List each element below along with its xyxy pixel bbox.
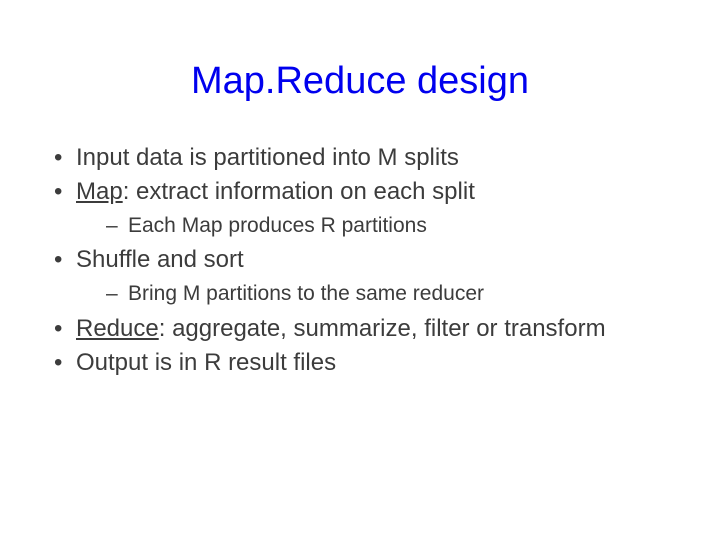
bullet-text-post: : aggregate, summarize, filter or transf… xyxy=(159,315,606,342)
bullet-item: Reduce: aggregate, summarize, filter or … xyxy=(48,314,672,344)
bullet-text: Output is in R result files xyxy=(76,349,336,376)
sub-bullet-item: Each Map produces R partitions xyxy=(76,213,672,239)
bullet-item: Input data is partitioned into M splits xyxy=(48,143,672,173)
bullet-text: Input data is partitioned into M splits xyxy=(76,144,459,171)
bullet-item: Shuffle and sort Bring M partitions to t… xyxy=(48,245,672,307)
bullet-item: Output is in R result files xyxy=(48,348,672,378)
bullet-text: Shuffle and sort xyxy=(76,246,244,273)
bullet-text-underlined: Map xyxy=(76,178,123,205)
slide: Map.Reduce design Input data is partitio… xyxy=(0,0,720,540)
sub-bullet-item: Bring M partitions to the same reducer xyxy=(76,281,672,307)
slide-title: Map.Reduce design xyxy=(48,60,672,103)
sub-bullet-text: Each Map produces R partitions xyxy=(128,214,427,237)
bullet-text-post: : extract information on each split xyxy=(123,178,475,205)
bullet-list: Input data is partitioned into M splits … xyxy=(48,143,672,378)
sub-bullet-list: Each Map produces R partitions xyxy=(76,213,672,239)
bullet-item: Map: extract information on each split E… xyxy=(48,177,672,239)
sub-bullet-list: Bring M partitions to the same reducer xyxy=(76,281,672,307)
bullet-text-underlined: Reduce xyxy=(76,315,159,342)
sub-bullet-text: Bring M partitions to the same reducer xyxy=(128,282,484,305)
